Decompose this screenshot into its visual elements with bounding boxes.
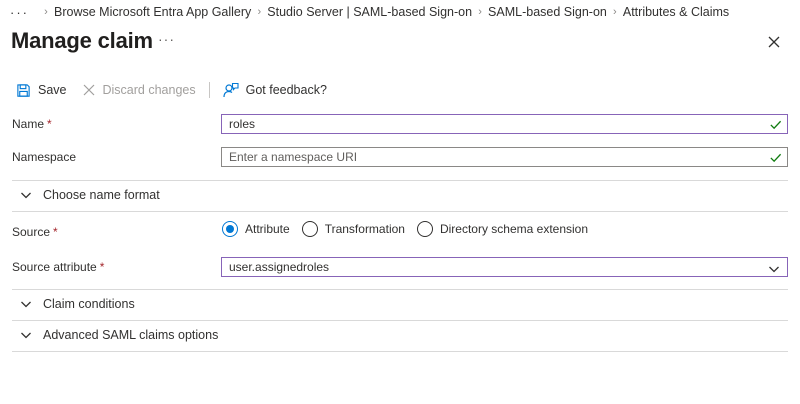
page-title: Manage claim <box>11 28 153 53</box>
chevron-right-icon: › <box>44 6 48 18</box>
source-option-transformation: Transformation <box>324 222 405 236</box>
required-marker: * <box>47 117 52 131</box>
breadcrumb-item-app-gallery[interactable]: Browse Microsoft Entra App Gallery <box>54 5 251 19</box>
source-attribute-value: user.assignedroles <box>229 260 330 274</box>
chevron-down-icon <box>21 192 31 199</box>
checkmark-icon <box>770 120 782 130</box>
advanced-saml-options-label: Advanced SAML claims options <box>43 328 219 342</box>
source-option-directory-schema: Directory schema extension <box>439 222 589 236</box>
breadcrumb-item-attributes-claims[interactable]: Attributes & Claims <box>623 5 729 19</box>
feedback-person-icon <box>223 82 239 98</box>
breadcrumb: ··· › Browse Microsoft Entra App Gallery… <box>10 4 729 20</box>
name-value: roles <box>229 117 256 131</box>
source-radio-transformation[interactable]: Transformation <box>301 221 405 237</box>
discard-label: Discard changes <box>102 83 196 97</box>
chevron-down-icon <box>769 266 779 273</box>
save-label: Save <box>38 83 67 97</box>
choose-name-format-label: Choose name format <box>43 188 160 202</box>
feedback-label: Got feedback? <box>245 83 327 97</box>
source-label-text: Source <box>12 225 51 239</box>
discard-x-icon <box>83 84 94 96</box>
close-button[interactable] <box>764 32 784 52</box>
required-marker: * <box>99 260 105 274</box>
close-icon <box>768 36 780 48</box>
chevron-right-icon: › <box>478 6 482 18</box>
namespace-field[interactable]: Enter a namespace URI <box>221 147 788 167</box>
source-label: Source * <box>12 225 58 239</box>
required-marker: * <box>53 225 58 239</box>
breadcrumb-item-studio-server[interactable]: Studio Server | SAML-based Sign-on <box>267 5 472 19</box>
save-icon <box>17 83 30 97</box>
divider <box>12 320 788 321</box>
divider <box>12 211 788 212</box>
source-attribute-label: Source attribute * <box>12 260 104 274</box>
chevron-right-icon: › <box>613 6 617 18</box>
feedback-button[interactable]: Got feedback? <box>223 79 327 101</box>
chevron-right-icon: › <box>257 6 262 18</box>
source-option-attribute: Attribute <box>245 222 290 236</box>
claim-conditions-label: Claim conditions <box>43 297 135 311</box>
namespace-label: Namespace <box>12 150 77 164</box>
chevron-down-icon <box>21 301 31 308</box>
choose-name-format-toggle[interactable]: Choose name format <box>20 188 160 202</box>
divider <box>12 180 788 181</box>
claim-conditions-toggle[interactable]: Claim conditions <box>20 297 135 311</box>
divider <box>12 351 788 352</box>
source-radio-directory-schema-extension[interactable]: Directory schema extension <box>416 221 589 237</box>
checkmark-icon <box>770 153 782 163</box>
namespace-placeholder: Enter a namespace URI <box>229 150 358 164</box>
breadcrumb-item-saml-sign-on[interactable]: SAML-based Sign-on <box>488 5 607 19</box>
breadcrumb-ellipsis[interactable]: ··· <box>10 5 29 20</box>
source-radio-group: Attribute Transformation Directory schem… <box>222 221 600 237</box>
divider <box>12 289 788 290</box>
source-radio-attribute[interactable]: Attribute <box>222 221 290 237</box>
radio-unselected-icon <box>301 221 318 237</box>
command-bar: Save Discard changes Got feedback? <box>16 79 327 101</box>
name-label: Name * <box>12 117 52 131</box>
discard-changes-button[interactable]: Discard changes <box>82 79 196 101</box>
radio-selected-icon <box>222 221 238 237</box>
source-attribute-dropdown[interactable]: user.assignedroles <box>221 257 788 277</box>
more-options-button[interactable]: ··· <box>158 31 175 47</box>
radio-unselected-icon <box>416 221 433 237</box>
save-button[interactable]: Save <box>16 79 67 101</box>
name-field[interactable]: roles <box>221 114 788 134</box>
chevron-down-icon <box>21 332 31 339</box>
toolbar-divider <box>208 82 210 98</box>
source-attribute-label-text: Source attribute <box>12 260 97 274</box>
name-label-text: Name <box>12 117 45 131</box>
advanced-saml-options-toggle[interactable]: Advanced SAML claims options <box>20 328 218 342</box>
